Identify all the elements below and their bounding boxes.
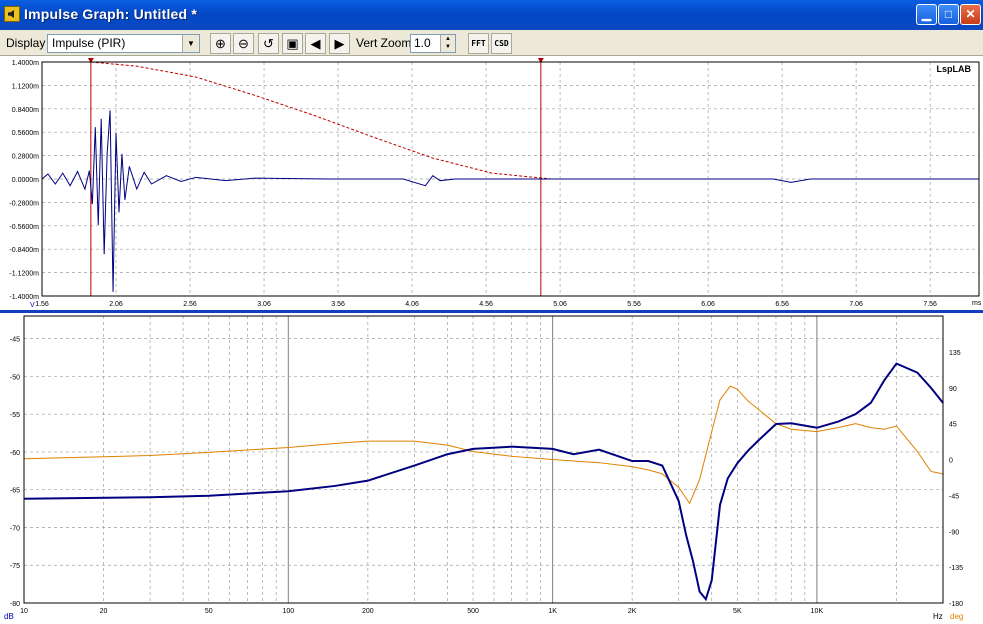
impulse-x-tick: 4.56 (479, 301, 493, 308)
phase-y-tick: 0 (949, 458, 953, 465)
frequency-x-tick: 10K (811, 608, 824, 615)
impulse-x-unit: ms (972, 300, 982, 307)
fft-button[interactable]: FFT (468, 33, 489, 54)
zoom-box-icon[interactable]: ▣ (282, 33, 303, 54)
frequency-y-tick: -65 (10, 488, 20, 495)
impulse-x-tick: 4.06 (405, 301, 419, 308)
impulse-x-tick: 3.06 (257, 301, 271, 308)
vert-zoom-stepper[interactable]: 1.0 ▲ ▼ (410, 34, 456, 53)
impulse-y-tick: 0.8400m (12, 107, 39, 114)
impulse-y-tick: -0.2800m (9, 200, 39, 207)
lsplab-logo: LspLAB (937, 64, 972, 74)
zoom-out-icon[interactable]: ⊖ (233, 33, 254, 54)
frequency-x-tick: 1K (548, 608, 557, 615)
maximize-button[interactable]: □ (938, 4, 959, 25)
close-button[interactable]: ✕ (960, 4, 981, 25)
frequency-y-tick: -45 (10, 337, 20, 344)
minimize-button[interactable]: ▁ (916, 4, 937, 25)
vert-zoom-value: 1.0 (414, 36, 431, 50)
display-value: Impulse (PIR) (52, 36, 126, 50)
frequency-graph[interactable]: -45 -50 -55 -60 -65 -70 -75 -80 135 90 45 0 -45 -90 -… (0, 313, 983, 624)
title-bar: Impulse Graph: Untitled * ▁ □ ✕ (0, 0, 983, 30)
window-title: Impulse Graph: Untitled * (24, 6, 198, 22)
zoom-reset-icon[interactable]: ↺ (258, 33, 279, 54)
phase-y-tick: 135 (949, 350, 961, 357)
phase-y-tick: -45 (949, 493, 959, 500)
speaker-icon (4, 6, 20, 22)
impulse-x-tick: 7.06 (849, 301, 863, 308)
impulse-y-tick: -0.5600m (9, 224, 39, 231)
frequency-x-tick: 50 (205, 608, 213, 615)
impulse-x-tick: 5.56 (627, 301, 641, 308)
impulse-y-tick: 0.5600m (12, 130, 39, 137)
zoom-in-icon[interactable]: ⊕ (210, 33, 231, 54)
frequency-y-tick: -70 (10, 525, 20, 532)
frequency-x-tick: 200 (362, 608, 374, 615)
stepper-buttons[interactable]: ▲ ▼ (440, 35, 455, 52)
frequency-x-tick: 20 (100, 608, 108, 615)
phase-y-tick: 90 (949, 386, 957, 393)
frequency-x-tick: 2K (628, 608, 637, 615)
impulse-y-tick: -1.1200m (9, 271, 39, 278)
csd-button[interactable]: CSD (491, 33, 512, 54)
previous-arrow-icon[interactable]: ◀ (305, 33, 326, 54)
impulse-x-tick: 7.56 (923, 301, 937, 308)
phase-y-tick: -180 (949, 601, 963, 608)
impulse-y-tick: 1.1200m (12, 83, 39, 90)
toolbar: Display Impulse (PIR) ▼ ⊕ ⊖ ↺ ▣ ◀ ▶ Vert… (0, 30, 983, 56)
frequency-y-tick: -60 (10, 450, 20, 457)
display-select[interactable]: Impulse (PIR) ▼ (47, 34, 200, 53)
frequency-x-tick: 500 (467, 608, 479, 615)
impulse-background (0, 56, 983, 310)
impulse-y-tick: -1.4000m (9, 294, 39, 301)
impulse-x-tick: 2.06 (109, 301, 123, 308)
phase-y-tick: 45 (949, 422, 957, 429)
vert-zoom-label: Vert Zoom (356, 36, 412, 50)
impulse-y-tick: -0.8400m (9, 247, 39, 254)
frequency-y-tick: -50 (10, 374, 20, 381)
frequency-y-tick: -75 (10, 563, 20, 570)
stepper-up-icon[interactable]: ▲ (441, 35, 455, 43)
frequency-background (0, 313, 983, 624)
impulse-x-tick: 6.06 (701, 301, 715, 308)
impulse-y-unit: V (30, 302, 35, 309)
impulse-x-tick: 3.56 (331, 301, 345, 308)
phase-y-tick: -135 (949, 565, 963, 572)
impulse-y-tick: 0.0000m (12, 177, 39, 184)
next-arrow-icon[interactable]: ▶ (329, 33, 350, 54)
db-unit-label: dB (4, 612, 14, 621)
impulse-graph[interactable]: 1.4000m 1.1200m 0.8400m 0.5600m 0.2800m 0.000… (0, 56, 983, 310)
stepper-down-icon[interactable]: ▼ (441, 43, 455, 51)
frequency-x-tick: 10 (20, 608, 28, 615)
impulse-x-tick: 2.56 (183, 301, 197, 308)
frequency-y-tick: -80 (10, 601, 20, 608)
impulse-x-tick: 6.56 (775, 301, 789, 308)
display-label: Display (6, 36, 46, 50)
impulse-x-tick: 1.56 (35, 301, 49, 308)
frequency-x-tick: 100 (282, 608, 294, 615)
frequency-y-tick: -55 (10, 412, 20, 419)
impulse-y-tick: 1.4000m (12, 60, 39, 67)
frequency-x-tick: 5K (733, 608, 742, 615)
impulse-x-tick: 5.06 (553, 301, 567, 308)
impulse-y-tick: 0.2800m (12, 154, 39, 161)
hz-unit-label: Hz (933, 612, 943, 621)
phase-y-tick: -90 (949, 529, 959, 536)
chevron-down-icon[interactable]: ▼ (182, 35, 199, 52)
deg-unit-label: deg (950, 612, 963, 621)
